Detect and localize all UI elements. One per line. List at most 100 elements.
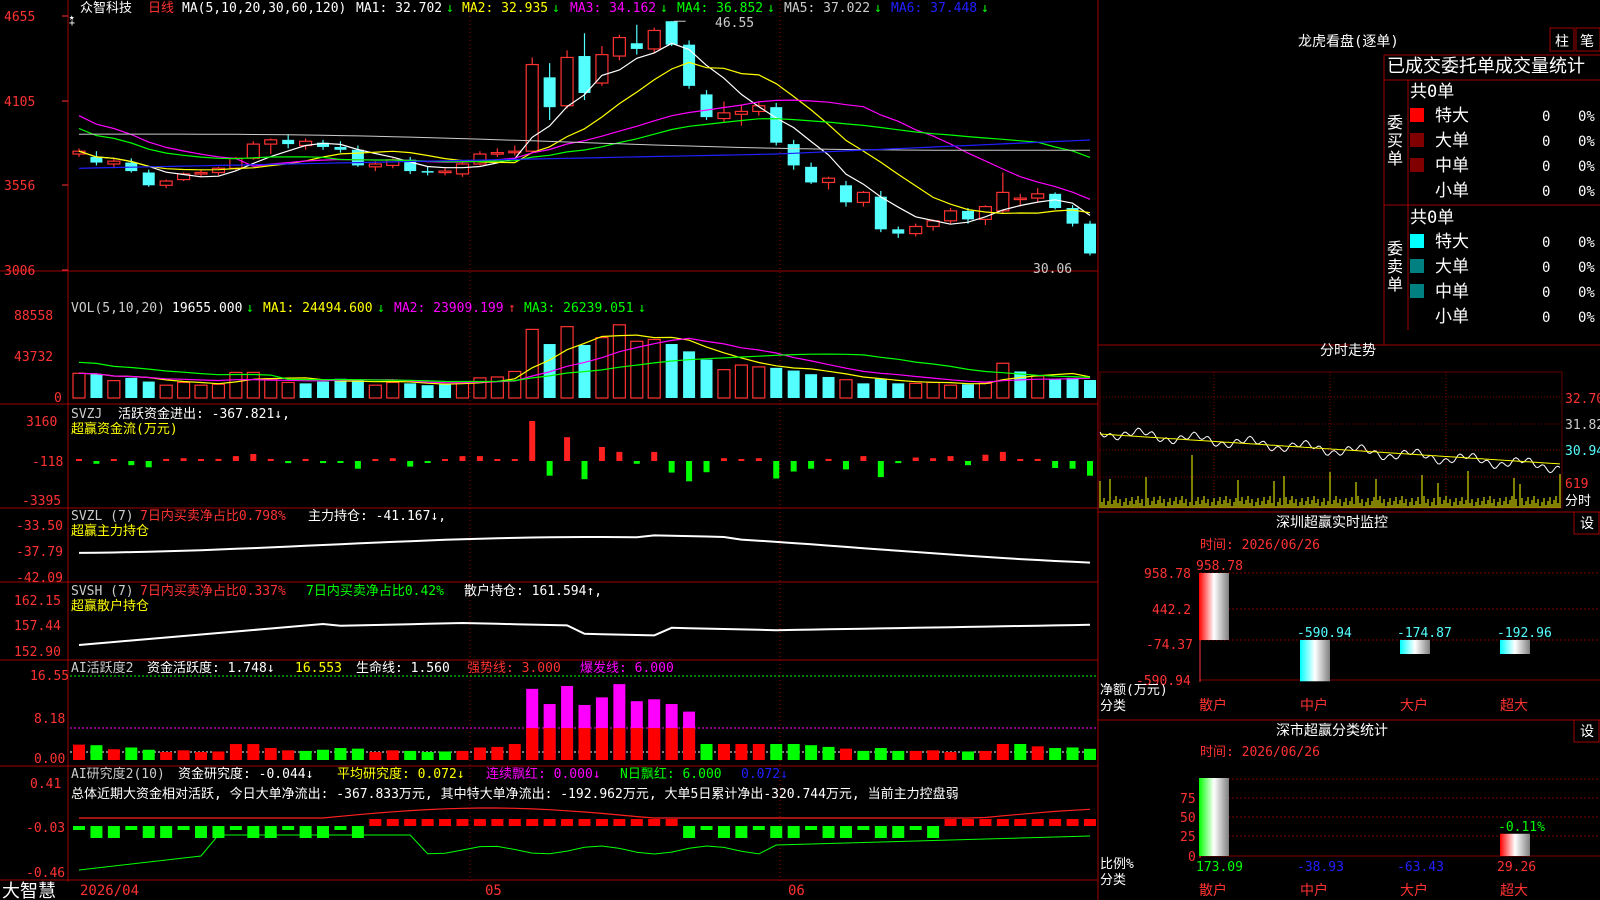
volume-bar — [351, 379, 364, 398]
volume-bar — [1084, 380, 1096, 398]
candle-body — [978, 206, 993, 220]
ai-research-tick: -0.46 — [26, 866, 65, 881]
ai-active-bar — [874, 748, 887, 760]
ai-active-bar — [299, 750, 312, 760]
sell-side-label-char: 委 — [1387, 239, 1403, 258]
bar-mode-label: 柱 — [1555, 34, 1569, 50]
candle-body — [734, 110, 748, 115]
svsh-tick: 152.90 — [14, 645, 61, 660]
ai-research-tick: 0.41 — [30, 777, 61, 792]
candle-body — [490, 152, 504, 155]
ai-active-bar — [1014, 744, 1027, 760]
volume-bar — [805, 374, 818, 398]
svsh-part1: 7日内买卖净占比0.337% — [140, 583, 286, 599]
svzj-bar — [442, 459, 449, 461]
svzj-bar — [267, 458, 274, 461]
candle-body — [647, 29, 661, 50]
ma2-value: MA2: 32.935 — [462, 1, 548, 16]
stock-name: 众智科技 — [80, 1, 132, 16]
ai-active-bar — [125, 747, 138, 760]
ma3-value: MA3: 34.162 — [570, 1, 656, 16]
ai-active-bar — [1084, 748, 1096, 760]
research-bar — [369, 819, 382, 826]
volume-bar — [176, 381, 191, 399]
candle-body — [1031, 193, 1045, 199]
order-pct: 0% — [1578, 134, 1595, 150]
ai-active-bar — [1049, 748, 1062, 760]
ma-header: 众智科技 日线 MA(5,10,20,30,60,120) MA1: 32.70… — [80, 1, 989, 16]
volume-bar — [525, 328, 539, 399]
ai-active-bar — [421, 752, 434, 760]
ai-active-bar — [648, 728, 661, 760]
class-axis-label: 分类 — [1100, 873, 1126, 888]
candle-body — [683, 44, 696, 86]
ma5-value: MA5: 37.022 — [784, 1, 870, 16]
svzj-bar — [1069, 461, 1076, 469]
svzj-bar — [337, 461, 344, 463]
volume-bar — [317, 381, 330, 398]
candle-body — [909, 225, 923, 235]
candle-body — [107, 160, 121, 165]
ma3-arrow: ↓ — [660, 1, 668, 16]
buy-side-label-char: 委 — [1387, 113, 1403, 132]
research-bar — [508, 819, 521, 826]
ai-active-bar — [700, 744, 713, 760]
vol-value: 19655.000 — [172, 301, 242, 316]
svzj-bar — [511, 459, 518, 461]
candle-body — [630, 43, 643, 49]
ai-research-title: AI研究度2(10) — [71, 766, 165, 782]
research-bar — [282, 826, 295, 830]
volume-bar — [1066, 377, 1079, 398]
order-swatch — [1410, 234, 1424, 248]
period-label[interactable]: 日线 — [148, 1, 174, 16]
monitor-bar-label: -192.96 — [1497, 626, 1552, 641]
svzl-part1: 7日内买卖净占比0.798% — [140, 508, 286, 524]
monitor-bar — [1300, 640, 1330, 682]
ai-research-summary: 总体近期大资金相对活跃, 今日大单净流出: -367.833万元, 其中特大单净… — [71, 786, 959, 802]
research-bar — [195, 826, 208, 838]
research-bar — [857, 826, 870, 830]
order-pct: 0% — [1578, 184, 1595, 200]
volume-bar — [630, 340, 644, 399]
plus-icon[interactable]: + — [69, 18, 75, 29]
svzj-bar — [546, 461, 553, 476]
buy-side-label-char: 单 — [1387, 149, 1403, 168]
svzj-bar — [494, 459, 501, 461]
svzj-bar — [738, 459, 745, 461]
research-bar — [473, 819, 486, 826]
research-bar — [613, 819, 626, 826]
vol-tick: 88558 — [14, 309, 53, 324]
svzj-bar — [703, 461, 710, 473]
ai-active-axis: 16.55 8.18 0.00 — [30, 669, 69, 767]
candle-body — [282, 139, 295, 145]
buy-side-label: 委买单 — [1387, 113, 1403, 168]
ai-active-bar — [386, 750, 399, 760]
order-count: 0 — [1542, 260, 1550, 276]
order-type: 大单 — [1435, 257, 1469, 277]
research-bar — [142, 826, 155, 838]
volume-bar — [281, 381, 295, 399]
ai-active-bar — [456, 750, 469, 760]
research-bar — [73, 826, 85, 830]
candle-body — [787, 144, 800, 166]
ai-active-bar — [630, 728, 643, 760]
volume-bar — [107, 380, 121, 399]
order-type: 特大 — [1435, 106, 1469, 126]
price-tick: 4105 — [4, 95, 35, 110]
research-bar — [317, 826, 330, 838]
ai-active-bar — [369, 752, 382, 760]
volume-bar — [839, 379, 853, 399]
price-tick: 3556 — [4, 179, 35, 194]
svzj-bar — [459, 456, 466, 461]
monitor-bar — [1400, 640, 1430, 654]
research-bar — [665, 819, 678, 826]
max-price-label: 46.55 — [715, 16, 754, 31]
order-count: 0 — [1542, 310, 1550, 326]
svzj-bar — [407, 461, 414, 467]
ai-active-bar — [909, 750, 922, 760]
svzl-line2: 超赢主力持仓 — [71, 523, 149, 539]
volume-bar — [159, 384, 173, 399]
class-category: 大户 — [1400, 882, 1428, 899]
volume-bar — [142, 381, 155, 398]
volume-bar — [246, 371, 260, 399]
